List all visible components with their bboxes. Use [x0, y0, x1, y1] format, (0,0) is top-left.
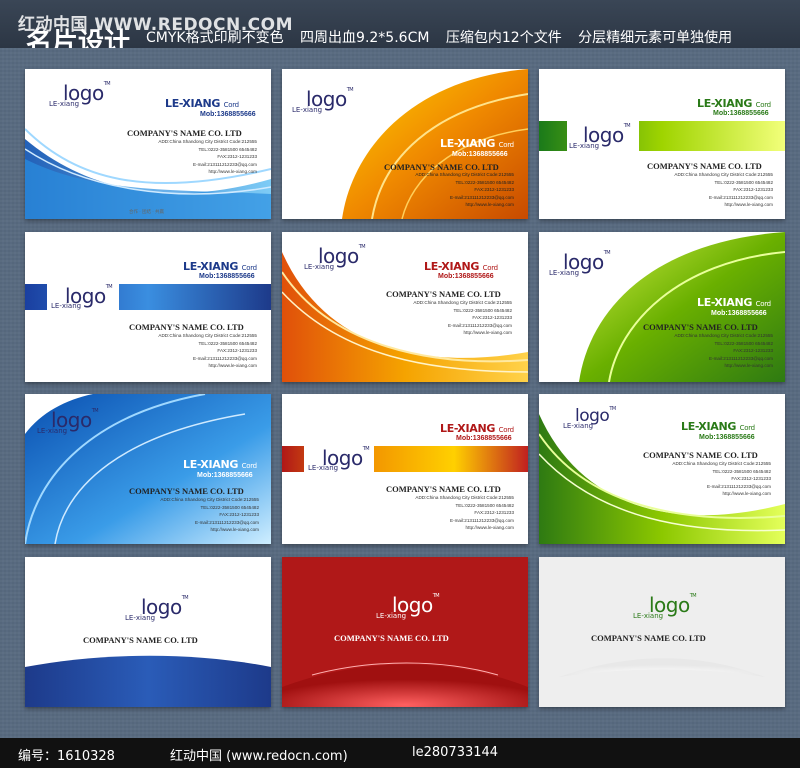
contact-details: ADD:China Shandong City District Code:21…	[158, 333, 257, 368]
logo-subtext: LE-xiang	[125, 614, 156, 622]
business-card-green-band: logoTM LE-xiang LE-XIANG Cord Mob:136885…	[539, 69, 785, 219]
brand-name: LE-XIANG Cord	[440, 137, 514, 150]
company-name: COMPANY'S NAME CO. LTD	[127, 128, 242, 138]
business-card-green-bottom: logoTM LE-xiang LE-XIANG Cord Mob:136885…	[539, 394, 785, 544]
slogan: 合作 · 团结 · 共赢	[129, 209, 164, 214]
brand-name: LE-XIANG Cord	[697, 97, 771, 110]
mobile-number: Mob:1368855666	[452, 151, 508, 158]
brand-name: LE-XIANG Cord	[681, 420, 755, 433]
business-card-back-blue: logoTM LE-xiang COMPANY'S NAME CO. LTD	[25, 557, 271, 707]
logo-subtext: LE-xiang	[49, 100, 80, 108]
author-name: le280733144	[412, 745, 499, 760]
mobile-number: Mob:1368855666	[699, 434, 755, 441]
brand-name: LE-XIANG Cord	[424, 260, 498, 273]
contact-details: ADD:China Shandong City District Code:21…	[160, 497, 259, 532]
company-name: COMPANY'S NAME CO. LTD	[386, 289, 501, 299]
site-link[interactable]: 红动中国 (www.redocn.com)	[170, 745, 348, 764]
contact-details: ADD:China Shandong City District Code:21…	[158, 139, 257, 174]
contact-details: ADD:China Shandong City District Code:21…	[413, 300, 512, 335]
mobile-number: Mob:1368855666	[199, 273, 255, 280]
spec-item: 四周出血9.2*5.6CM	[300, 30, 430, 46]
brand-name: LE-XIANG Cord	[165, 97, 239, 110]
logo-subtext: LE-xiang	[376, 612, 407, 620]
spec-list: CMYK格式印刷不变色 四周出血9.2*5.6CM 压缩包内12个文件 分层精细…	[146, 27, 744, 47]
company-name: COMPANY'S NAME CO. LTD	[334, 633, 449, 643]
business-card-blue-band: logoTM LE-xiang LE-XIANG Cord Mob:136885…	[25, 232, 271, 382]
company-name: COMPANY'S NAME CO. LTD	[591, 633, 706, 643]
logo-subtext: LE-xiang	[633, 612, 664, 620]
logo-subtext: LE-xiang	[292, 106, 323, 114]
business-card-orange-band: logoTM LE-xiang LE-XIANG Cord Mob:136885…	[282, 394, 528, 544]
company-name: COMPANY'S NAME CO. LTD	[129, 322, 244, 332]
logo-subtext: LE-xiang	[37, 427, 68, 435]
contact-details: ADD:China Shandong City District Code:21…	[674, 172, 773, 207]
business-card-blue-wave: logoTM LE-xiang LE-XIANG Cord Mob:136885…	[25, 69, 271, 219]
mobile-number: Mob:1368855666	[456, 435, 512, 442]
contact-details: ADD:China Shandong City District Code:21…	[674, 333, 773, 368]
company-name: COMPANY'S NAME CO. LTD	[83, 635, 198, 645]
mobile-number: Mob:1368855666	[711, 310, 767, 317]
company-name: COMPANY'S NAME CO. LTD	[129, 486, 244, 496]
business-card-orange-bottom: logoTM LE-xiang LE-XIANG Cord Mob:136885…	[282, 232, 528, 382]
mobile-number: Mob:1368855666	[713, 110, 769, 117]
business-card-blue-left: logoTM LE-xiang LE-XIANG Cord Mob:136885…	[25, 394, 271, 544]
header-bar: 红动中国 WWW.REDOCN.COM 名片设计 CMYK格式印刷不变色 四周出…	[0, 0, 800, 58]
logo-subtext: LE-xiang	[563, 422, 594, 430]
card-gallery: logoTM LE-xiang LE-XIANG Cord Mob:136885…	[0, 48, 800, 738]
red-back-graphic	[282, 557, 528, 707]
logo-subtext: LE-xiang	[308, 464, 339, 472]
logo-subtext: LE-xiang	[549, 269, 580, 277]
blue-back-graphic	[25, 655, 271, 707]
business-card-back-grey: logoTM LE-xiang COMPANY'S NAME CO. LTD	[539, 557, 785, 707]
item-id: 编号：1610328	[18, 749, 115, 764]
contact-details: ADD:China Shandong City District Code:21…	[672, 461, 771, 496]
footer-bar: 编号：1610328 红动中国 (www.redocn.com) le28073…	[0, 738, 800, 768]
company-name: COMPANY'S NAME CO. LTD	[643, 450, 758, 460]
company-name: COMPANY'S NAME CO. LTD	[647, 161, 762, 171]
business-card-back-red: logoTM LE-xiang COMPANY'S NAME CO. LTD	[282, 557, 528, 707]
business-card-orange-wave: logoTM LE-xiang LE-XIANG Cord Mob:136885…	[282, 69, 528, 219]
grey-back-graphic	[539, 557, 785, 707]
contact-details: ADD:China Shandong City District Code:21…	[415, 172, 514, 207]
mobile-number: Mob:1368855666	[197, 472, 253, 479]
brand-name: LE-XIANG Cord	[183, 260, 257, 273]
brand-name: LE-XIANG Cord	[183, 458, 257, 471]
spec-item: 压缩包内12个文件	[445, 30, 562, 46]
company-name: COMPANY'S NAME CO. LTD	[643, 322, 758, 332]
mobile-number: Mob:1368855666	[438, 273, 494, 280]
company-name: COMPANY'S NAME CO. LTD	[386, 484, 501, 494]
mobile-number: Mob:1368855666	[200, 111, 256, 118]
spec-item: 分层精细元素可单独使用	[578, 30, 733, 46]
brand-name: LE-XIANG Cord	[697, 296, 771, 309]
brand-name: LE-XIANG Cord	[440, 422, 514, 435]
logo-subtext: LE-xiang	[569, 142, 600, 150]
logo-subtext: LE-xiang	[51, 302, 82, 310]
business-card-green-wave: logoTM LE-xiang LE-XIANG Cord Mob:136885…	[539, 232, 785, 382]
contact-details: ADD:China Shandong City District Code:21…	[415, 495, 514, 530]
logo-subtext: LE-xiang	[304, 263, 335, 271]
spec-item: CMYK格式印刷不变色	[146, 30, 284, 46]
